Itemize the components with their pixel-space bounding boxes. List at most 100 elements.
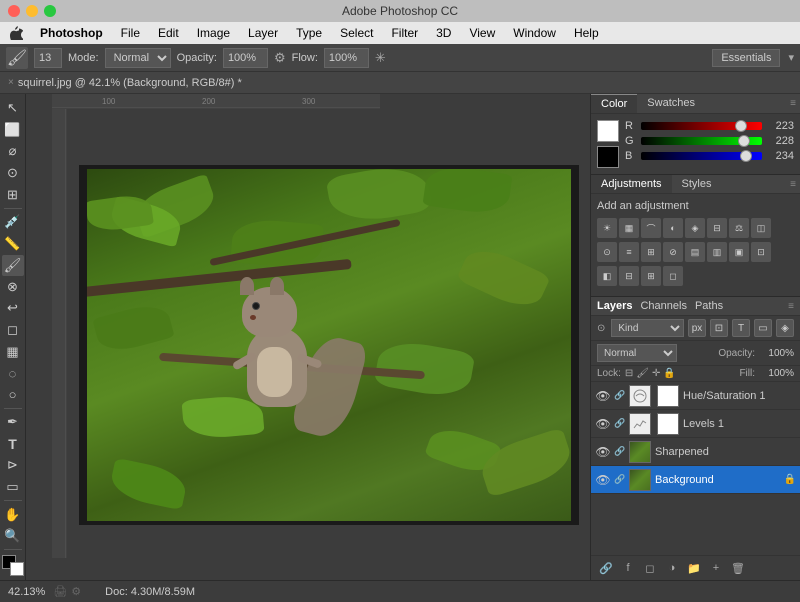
- posterize-adj-icon[interactable]: ▤: [685, 242, 705, 262]
- layer-delete-btn[interactable]: 🗑: [729, 559, 747, 577]
- adj-icon-11[interactable]: ⊞: [641, 266, 661, 286]
- mode-select[interactable]: Normal: [105, 48, 171, 68]
- layers-menu-icon[interactable]: ≡: [788, 300, 794, 312]
- brightness-adj-icon[interactable]: ☀: [597, 218, 617, 238]
- gradient-adj-icon[interactable]: ▣: [729, 242, 749, 262]
- g-slider[interactable]: [641, 137, 762, 145]
- layer-link-sharpened[interactable]: 🔗: [613, 445, 627, 459]
- flow-value[interactable]: 100%: [324, 48, 369, 68]
- eraser-tool[interactable]: ◻: [2, 320, 24, 341]
- r-slider[interactable]: [641, 122, 762, 130]
- menu-edit[interactable]: Edit: [150, 22, 187, 44]
- opacity-value[interactable]: 100%: [759, 348, 794, 359]
- essentials-button[interactable]: Essentials: [712, 49, 780, 67]
- status-icon-2[interactable]: ⚙: [71, 585, 81, 598]
- menu-layer[interactable]: Layer: [240, 22, 286, 44]
- lock-position-icon[interactable]: ✛: [652, 368, 660, 379]
- bw-adj-icon[interactable]: ◫: [751, 218, 771, 238]
- menu-type[interactable]: Type: [288, 22, 330, 44]
- tab-channels[interactable]: Channels: [640, 300, 686, 312]
- layer-row-levels[interactable]: 👁 🔗 Levels 1: [591, 410, 800, 438]
- menu-3d[interactable]: 3D: [428, 22, 459, 44]
- threshold-adj-icon[interactable]: ▥: [707, 242, 727, 262]
- workspace-chevron-icon[interactable]: ▾: [788, 51, 794, 64]
- b-value[interactable]: 234: [766, 150, 794, 162]
- canvas-viewport[interactable]: [67, 109, 590, 580]
- opacity-value[interactable]: 100%: [223, 48, 268, 68]
- layers-filter-smart[interactable]: ◈: [776, 319, 794, 337]
- layers-filter-adj[interactable]: ⊡: [710, 319, 728, 337]
- lock-all-icon[interactable]: 🔒: [663, 368, 675, 379]
- layer-row-sharpened[interactable]: 👁 🔗 Sharpened: [591, 438, 800, 466]
- layers-filter-shape[interactable]: ▭: [754, 319, 772, 337]
- fill-value[interactable]: 100%: [759, 368, 794, 379]
- menu-image[interactable]: Image: [189, 22, 238, 44]
- foreground-color-preview[interactable]: [597, 120, 619, 142]
- dodge-tool[interactable]: ○: [2, 384, 24, 405]
- tab-paths[interactable]: Paths: [695, 300, 723, 312]
- document-tab[interactable]: × squirrel.jpg @ 42.1% (Background, RGB/…: [0, 72, 800, 94]
- status-icon-1[interactable]: 🖨: [53, 585, 67, 598]
- exposure-adj-icon[interactable]: ◐: [663, 218, 683, 238]
- canvas-area[interactable]: 100 200 300 400 500: [26, 94, 590, 580]
- tab-swatches[interactable]: Swatches: [637, 94, 705, 113]
- brush-tool[interactable]: 🖌: [2, 255, 24, 276]
- menu-window[interactable]: Window: [505, 22, 564, 44]
- airbrush-icon[interactable]: ✳: [375, 50, 386, 66]
- menu-photoshop[interactable]: Photoshop: [32, 22, 111, 44]
- lock-pixels-icon[interactable]: 🖌: [636, 368, 649, 379]
- layer-group-btn[interactable]: 📁: [685, 559, 703, 577]
- layer-row-background[interactable]: 👁 🔗 Background 🔒: [591, 466, 800, 494]
- background-color[interactable]: [10, 562, 24, 576]
- type-tool[interactable]: T: [2, 434, 24, 455]
- layer-row-huesat[interactable]: 👁 🔗 Hue/Saturation 1: [591, 382, 800, 410]
- colorbal-adj-icon[interactable]: ⚖: [729, 218, 749, 238]
- path-select-tool[interactable]: ⊳: [2, 455, 24, 476]
- layers-filter-px[interactable]: px: [688, 319, 706, 337]
- color-panel-menu[interactable]: ≡: [790, 94, 800, 113]
- quick-select-tool[interactable]: ⊙: [2, 163, 24, 184]
- minimize-button[interactable]: [26, 5, 38, 17]
- blend-mode-select[interactable]: Normal: [597, 344, 677, 362]
- r-value[interactable]: 223: [766, 120, 794, 132]
- clone-stamp-tool[interactable]: ⊗: [2, 277, 24, 298]
- menu-file[interactable]: File: [113, 22, 148, 44]
- vibrance-adj-icon[interactable]: ◈: [685, 218, 705, 238]
- shape-tool[interactable]: ▭: [2, 477, 24, 498]
- layers-filter-select[interactable]: Kind: [611, 319, 684, 337]
- history-brush-tool[interactable]: ↩: [2, 298, 24, 319]
- background-color-preview[interactable]: [597, 146, 619, 168]
- pen-tool[interactable]: ✒: [2, 412, 24, 433]
- adj-panel-menu[interactable]: ≡: [790, 175, 800, 193]
- hand-tool[interactable]: ✋: [2, 504, 24, 525]
- layer-link-background[interactable]: 🔗: [613, 473, 627, 487]
- layer-visibility-sharpened[interactable]: 👁: [595, 444, 611, 460]
- layer-visibility-background[interactable]: 👁: [595, 472, 611, 488]
- brush-size-input[interactable]: 13: [34, 48, 62, 68]
- menu-help[interactable]: Help: [566, 22, 607, 44]
- layer-adj-btn[interactable]: ◑: [663, 559, 681, 577]
- layer-link-huesat[interactable]: 🔗: [613, 389, 627, 403]
- color-preview-stack[interactable]: [597, 120, 619, 168]
- brush-tool-option[interactable]: 🖌: [6, 47, 28, 69]
- huesat-adj-icon[interactable]: ⊟: [707, 218, 727, 238]
- gradient-tool[interactable]: ▦: [2, 341, 24, 362]
- colorlookup-adj-icon[interactable]: ⊞: [641, 242, 661, 262]
- levels-adj-icon[interactable]: ▦: [619, 218, 639, 238]
- lasso-tool[interactable]: ⌀: [2, 141, 24, 162]
- g-value[interactable]: 228: [766, 135, 794, 147]
- selectcolor-adj-icon[interactable]: ⊡: [751, 242, 771, 262]
- invert-adj-icon[interactable]: ⊘: [663, 242, 683, 262]
- maximize-button[interactable]: [44, 5, 56, 17]
- menu-filter[interactable]: Filter: [383, 22, 426, 44]
- tab-layers[interactable]: Layers: [597, 300, 632, 312]
- channelmix-adj-icon[interactable]: ≡: [619, 242, 639, 262]
- eyedropper-tool[interactable]: 💉: [2, 212, 24, 233]
- tab-adjustments[interactable]: Adjustments: [591, 175, 672, 193]
- layer-style-btn[interactable]: f: [619, 559, 637, 577]
- layer-new-btn[interactable]: +: [707, 559, 725, 577]
- photofilter-adj-icon[interactable]: ⊙: [597, 242, 617, 262]
- layer-mask-btn[interactable]: ◻: [641, 559, 659, 577]
- layer-visibility-huesat[interactable]: 👁: [595, 388, 611, 404]
- tab-color[interactable]: Color: [591, 94, 637, 113]
